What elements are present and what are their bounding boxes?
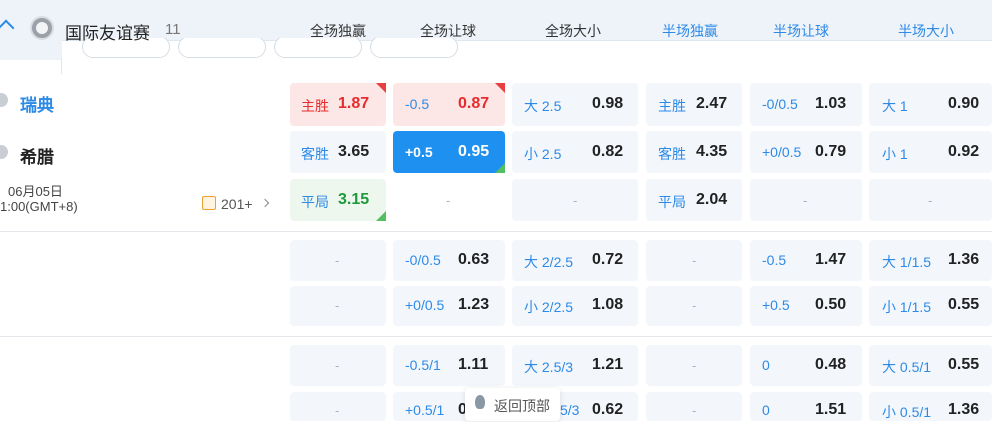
odds-label: 小 2.5 <box>524 146 562 162</box>
odds-value: 4.35 <box>696 143 728 160</box>
odds-value: 1.23 <box>458 296 490 313</box>
odds-label: 大 1 <box>882 98 908 114</box>
empty-odds-dash: - <box>928 193 933 208</box>
col-header-ft-over-under: 全场大小 <box>545 23 601 39</box>
odds-label: 客胜 <box>658 146 686 162</box>
empty-odds-dash: - <box>803 193 808 208</box>
league-logo-inner <box>36 22 48 34</box>
odds-label: 大 1/1.5 <box>882 254 932 270</box>
odds-label: -0.5 <box>405 96 430 112</box>
odds-change-marker <box>495 163 505 173</box>
empty-odds-dash: - <box>335 358 340 373</box>
market-tab[interactable] <box>178 36 266 58</box>
odds-value: 0.72 <box>592 251 624 268</box>
col-header-ht-1x2: 半场独赢 <box>662 23 718 39</box>
col-header-ht-over-under: 半场大小 <box>898 23 954 39</box>
odds-change-marker <box>376 211 386 221</box>
odds-value: 1.21 <box>592 356 624 373</box>
odds-value: 1.87 <box>338 95 370 112</box>
empty-odds-dash: - <box>335 403 340 418</box>
row-divider <box>0 336 992 337</box>
odds-value: 1.11 <box>458 356 489 373</box>
odds-value: 0.90 <box>948 95 980 112</box>
odds-label: 小 1 <box>882 146 908 162</box>
odds-label: 小 0.5/1 <box>882 404 932 420</box>
odds-label: 大 2/2.5 <box>524 254 574 270</box>
more-markets-count[interactable]: 201+ <box>221 196 253 212</box>
odds-label: 平局 <box>301 194 329 210</box>
odds-label: -0.5/1 <box>405 357 441 373</box>
col-header-ft-1x2: 全场独赢 <box>310 23 366 39</box>
odds-value: 2.47 <box>696 95 728 112</box>
league-title[interactable]: 国际友谊赛 <box>65 19 150 44</box>
odds-value: 0.82 <box>592 143 624 160</box>
odds-value: 0.63 <box>458 251 490 268</box>
odds-label: +0/0.5 <box>405 297 445 313</box>
more-markets-icon[interactable] <box>202 196 216 210</box>
match-date: 06月05日 <box>8 184 63 199</box>
odds-value: 1.03 <box>815 95 847 112</box>
odds-label: -0/0.5 <box>405 252 441 268</box>
odds-label: 大 2.5 <box>524 98 562 114</box>
home-team-name[interactable]: 瑞典 <box>20 91 54 116</box>
odds-label: 5/3 <box>560 402 580 418</box>
odds-value: 0.50 <box>815 296 847 313</box>
odds-label: +0.5/1 <box>405 402 445 418</box>
odds-value: 1.51 <box>815 401 847 418</box>
odds-label: -0.5 <box>762 252 787 268</box>
odds-value: 2.04 <box>696 191 728 208</box>
odds-label: +0.5 <box>405 144 433 160</box>
odds-value: 0.95 <box>458 143 490 160</box>
odds-value: 0.55 <box>948 296 980 313</box>
odds-value: 1.47 <box>815 251 847 268</box>
odds-value: 0.92 <box>948 143 980 160</box>
empty-odds-dash: - <box>692 403 697 418</box>
odds-label: -0/0.5 <box>762 96 798 112</box>
rocket-icon <box>475 395 485 409</box>
odds-value: 1.36 <box>948 401 980 418</box>
odds-label: 平局 <box>658 194 686 210</box>
empty-odds-dash: - <box>692 358 697 373</box>
odds-change-marker <box>495 83 505 93</box>
odds-value: 0.79 <box>815 143 847 160</box>
odds-label: 主胜 <box>658 98 686 114</box>
odds-value: 3.65 <box>338 143 370 160</box>
odds-value: 0.62 <box>592 401 624 418</box>
divider <box>61 58 62 74</box>
empty-odds-dash: - <box>335 298 340 313</box>
odds-label: 大 0.5/1 <box>882 359 932 375</box>
odds-label: 客胜 <box>301 146 329 162</box>
empty-odds-dash: - <box>692 253 697 268</box>
odds-value: 3.15 <box>338 191 370 208</box>
odds-value: 0.55 <box>948 356 980 373</box>
odds-label: +0.5 <box>762 297 790 313</box>
empty-odds-dash: - <box>573 193 578 208</box>
odds-label: 0 <box>762 357 770 373</box>
odds-label: 小 2/2.5 <box>524 299 574 315</box>
away-team-name[interactable]: 希腊 <box>20 143 54 168</box>
empty-odds-dash: - <box>692 298 697 313</box>
odds-label: 小 1/1.5 <box>882 299 932 315</box>
col-header-ft-handicap: 全场让球 <box>420 23 476 39</box>
empty-odds-dash: - <box>446 193 451 208</box>
odds-label: 大 2.5/3 <box>524 359 574 375</box>
odds-change-marker <box>376 83 386 93</box>
odds-label: +0/0.5 <box>762 144 802 160</box>
home-team-icon <box>0 93 8 107</box>
odds-label: 主胜 <box>301 98 329 114</box>
back-to-top-label: 返回顶部 <box>494 398 550 414</box>
odds-value: 0.48 <box>815 356 847 373</box>
chevron-right-icon[interactable] <box>260 198 270 208</box>
match-time: 1:00(GMT+8) <box>0 199 78 214</box>
col-header-ht-handicap: 半场让球 <box>773 23 829 39</box>
odds-value: 0.98 <box>592 95 624 112</box>
league-match-count: 11 <box>165 21 181 38</box>
row-divider <box>0 231 992 232</box>
empty-odds-dash: - <box>335 253 340 268</box>
odds-label: 0 <box>762 402 770 418</box>
odds-value: 1.08 <box>592 296 624 313</box>
away-team-icon <box>0 145 8 159</box>
odds-value: 0.87 <box>458 95 490 112</box>
odds-value: 1.36 <box>948 251 980 268</box>
